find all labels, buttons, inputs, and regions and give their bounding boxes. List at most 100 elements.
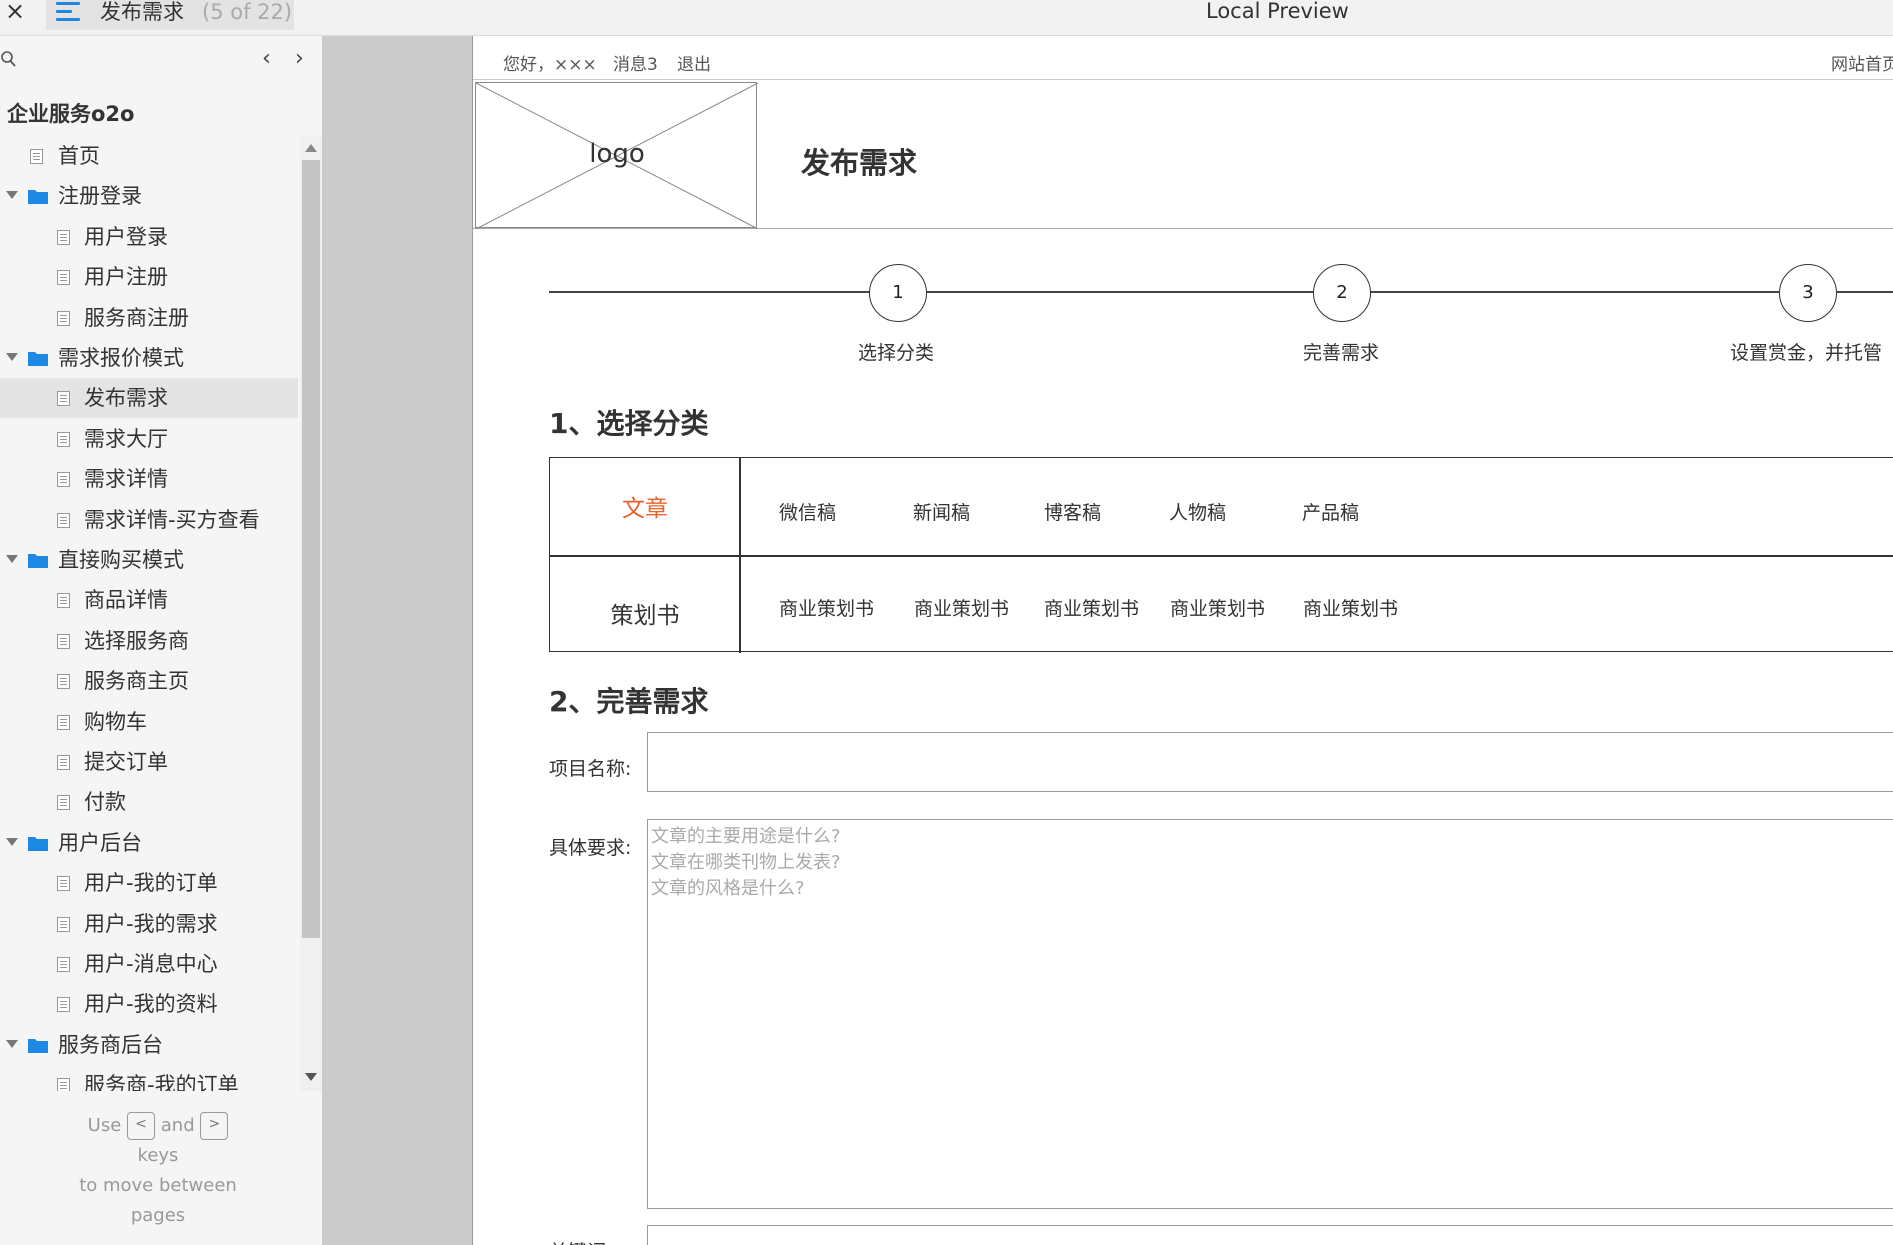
tree-item-label: 用户后台 <box>58 830 142 855</box>
tree-item-label: 选择服务商 <box>84 628 189 653</box>
step-2-label: 完善需求 <box>1303 342 1380 364</box>
scroll-down-icon[interactable] <box>305 1073 317 1081</box>
page-icon <box>57 876 70 892</box>
subcategory-item[interactable]: 商业策划书 <box>914 594 1009 621</box>
expand-arrow-icon[interactable] <box>6 837 18 846</box>
category-table: 文章 微信稿 新闻稿 博客稿 人物稿 产品稿 策划书 商业策划书 商业策划书 商… <box>549 457 1893 653</box>
tree-folder[interactable]: 用户后台 <box>0 823 298 863</box>
tree-page[interactable]: 用户注册 <box>0 257 298 297</box>
tree-folder[interactable]: 直接购买模式 <box>0 540 298 580</box>
sidebar-scrollbar[interactable] <box>300 136 322 1091</box>
prototype-canvas: 您好，××× 消息3 退出 网站首页 logo 发布需求 1 2 3 选择分类 … <box>472 36 1893 1245</box>
subcategory-item[interactable]: 博客稿 <box>1044 498 1101 525</box>
tree-page[interactable]: 服务商-我的订单 <box>0 1065 298 1091</box>
tree-page[interactable]: 首页 <box>0 136 298 176</box>
progress-steps: 1 2 3 选择分类 完善需求 设置赏金，并托管 <box>473 264 1893 364</box>
search-icon[interactable] <box>1 50 19 70</box>
tree-item-label: 提交订单 <box>84 750 168 774</box>
subcategory-item[interactable]: 商业策划书 <box>1044 594 1139 621</box>
scrollbar-thumb[interactable] <box>302 160 320 938</box>
tree-folder[interactable]: 需求报价模式 <box>0 338 298 378</box>
scroll-up-icon[interactable] <box>305 144 317 152</box>
tree-page[interactable]: 发布需求 <box>0 378 298 419</box>
project-name-label: 项目名称: <box>549 758 632 780</box>
sidebar-toolbar: ‹ › <box>0 48 322 74</box>
page-icon <box>57 1078 70 1091</box>
tree-page[interactable]: 服务商注册 <box>0 298 298 338</box>
folder-icon <box>28 188 48 205</box>
tree-page[interactable]: 用户-我的需求 <box>0 904 298 944</box>
folder-icon <box>28 350 48 366</box>
next-page-icon[interactable]: › <box>295 48 309 72</box>
subcategory-item[interactable]: 新闻稿 <box>913 498 970 525</box>
subcategory-item[interactable]: 商业策划书 <box>1170 594 1265 621</box>
page-icon <box>57 997 70 1013</box>
tree-item-label: 注册登录 <box>58 184 142 209</box>
project-title: 企业服务o2o <box>7 102 135 126</box>
category-plan[interactable]: 策划书 <box>550 596 740 630</box>
messages-link[interactable]: 消息3 <box>613 50 658 75</box>
tree-page[interactable]: 需求详情 <box>0 459 298 499</box>
category-article[interactable]: 文章 <box>550 489 740 523</box>
page-icon <box>57 795 70 811</box>
requirements-textarea[interactable] <box>647 819 1893 1209</box>
canvas-gutter <box>322 36 472 1245</box>
tree-page[interactable]: 用户-我的订单 <box>0 863 298 903</box>
menu-icon[interactable] <box>56 2 80 22</box>
expand-arrow-icon[interactable] <box>6 1039 18 1048</box>
page-tree: 首页注册登录用户登录 用户注册 服务商注册 需求报价模式 发布需求 需求大厅需求详情需求详… <box>0 136 298 1091</box>
tree-page[interactable]: 用户-消息中心 <box>0 944 298 984</box>
tree-page[interactable]: 需求详情-买方查看 <box>0 500 298 540</box>
page-icon <box>57 957 70 972</box>
tree-page[interactable]: 商品详情 <box>0 580 298 620</box>
expand-arrow-icon[interactable] <box>6 353 18 361</box>
tree-folder[interactable]: 注册登录 <box>0 176 298 216</box>
step-2-circle: 2 <box>1313 264 1371 322</box>
close-icon[interactable]: × <box>4 0 26 24</box>
expand-arrow-icon[interactable] <box>6 191 18 200</box>
keywords-label: 关键词: <box>549 1237 612 1245</box>
step-1-label: 选择分类 <box>858 342 935 364</box>
subcategory-item[interactable]: 人物稿 <box>1169 498 1226 525</box>
tree-item-label: 需求详情 <box>84 467 168 492</box>
tree-item-label: 付款 <box>84 790 126 815</box>
logout-link[interactable]: 退出 <box>677 50 711 75</box>
subcategory-item[interactable]: 微信稿 <box>779 498 836 525</box>
prev-page-icon[interactable]: ‹ <box>262 48 276 72</box>
tree-item-label: 用户-我的需求 <box>84 911 218 936</box>
page-icon <box>57 755 70 770</box>
page-icon <box>57 674 70 690</box>
project-name-input[interactable] <box>647 732 1893 792</box>
page-icon <box>57 714 70 730</box>
tree-item-label: 用户-我的订单 <box>84 871 218 896</box>
folder-icon <box>28 552 48 568</box>
app-title: Local Preview <box>1206 0 1349 23</box>
tree-page[interactable]: 用户-我的资料 <box>0 984 298 1024</box>
tree-item-label: 用户-我的资料 <box>84 992 218 1017</box>
step-3-label: 设置赏金，并托管 <box>1730 342 1883 364</box>
tree-page[interactable]: 用户登录 <box>0 217 298 257</box>
greeting-text: 您好，××× <box>503 55 597 75</box>
keywords-input[interactable] <box>647 1225 1893 1245</box>
page-icon <box>57 229 70 245</box>
subcategory-item[interactable]: 商业策划书 <box>779 594 874 621</box>
page-icon <box>57 431 70 447</box>
tree-page[interactable]: 选择服务商 <box>0 621 298 661</box>
site-home-link[interactable]: 网站首页 <box>1831 50 1893 75</box>
tree-page[interactable]: 服务商主页 <box>0 661 298 701</box>
tree-page[interactable]: 需求大厅 <box>0 419 298 459</box>
subcategory-item[interactable]: 商业策划书 <box>1303 594 1398 621</box>
next-key-icon: > <box>200 1112 229 1140</box>
tree-page[interactable]: 购物车 <box>0 702 298 742</box>
expand-arrow-icon[interactable] <box>6 555 18 563</box>
tree-folder[interactable]: 服务商后台 <box>0 1025 298 1065</box>
keyboard-help: Use < and > keys to move between pages <box>0 1111 316 1231</box>
tree-page[interactable]: 付款 <box>0 782 298 822</box>
page-icon <box>57 633 70 649</box>
subcategory-item[interactable]: 产品稿 <box>1302 498 1359 525</box>
tree-item-label: 需求详情-买方查看 <box>84 507 260 532</box>
requirements-label: 具体要求: <box>549 837 632 859</box>
page-selector[interactable]: 发布需求 (5 of 22) <box>46 0 294 30</box>
help-and: and <box>160 1115 195 1136</box>
tree-page[interactable]: 提交订单 <box>0 742 298 782</box>
